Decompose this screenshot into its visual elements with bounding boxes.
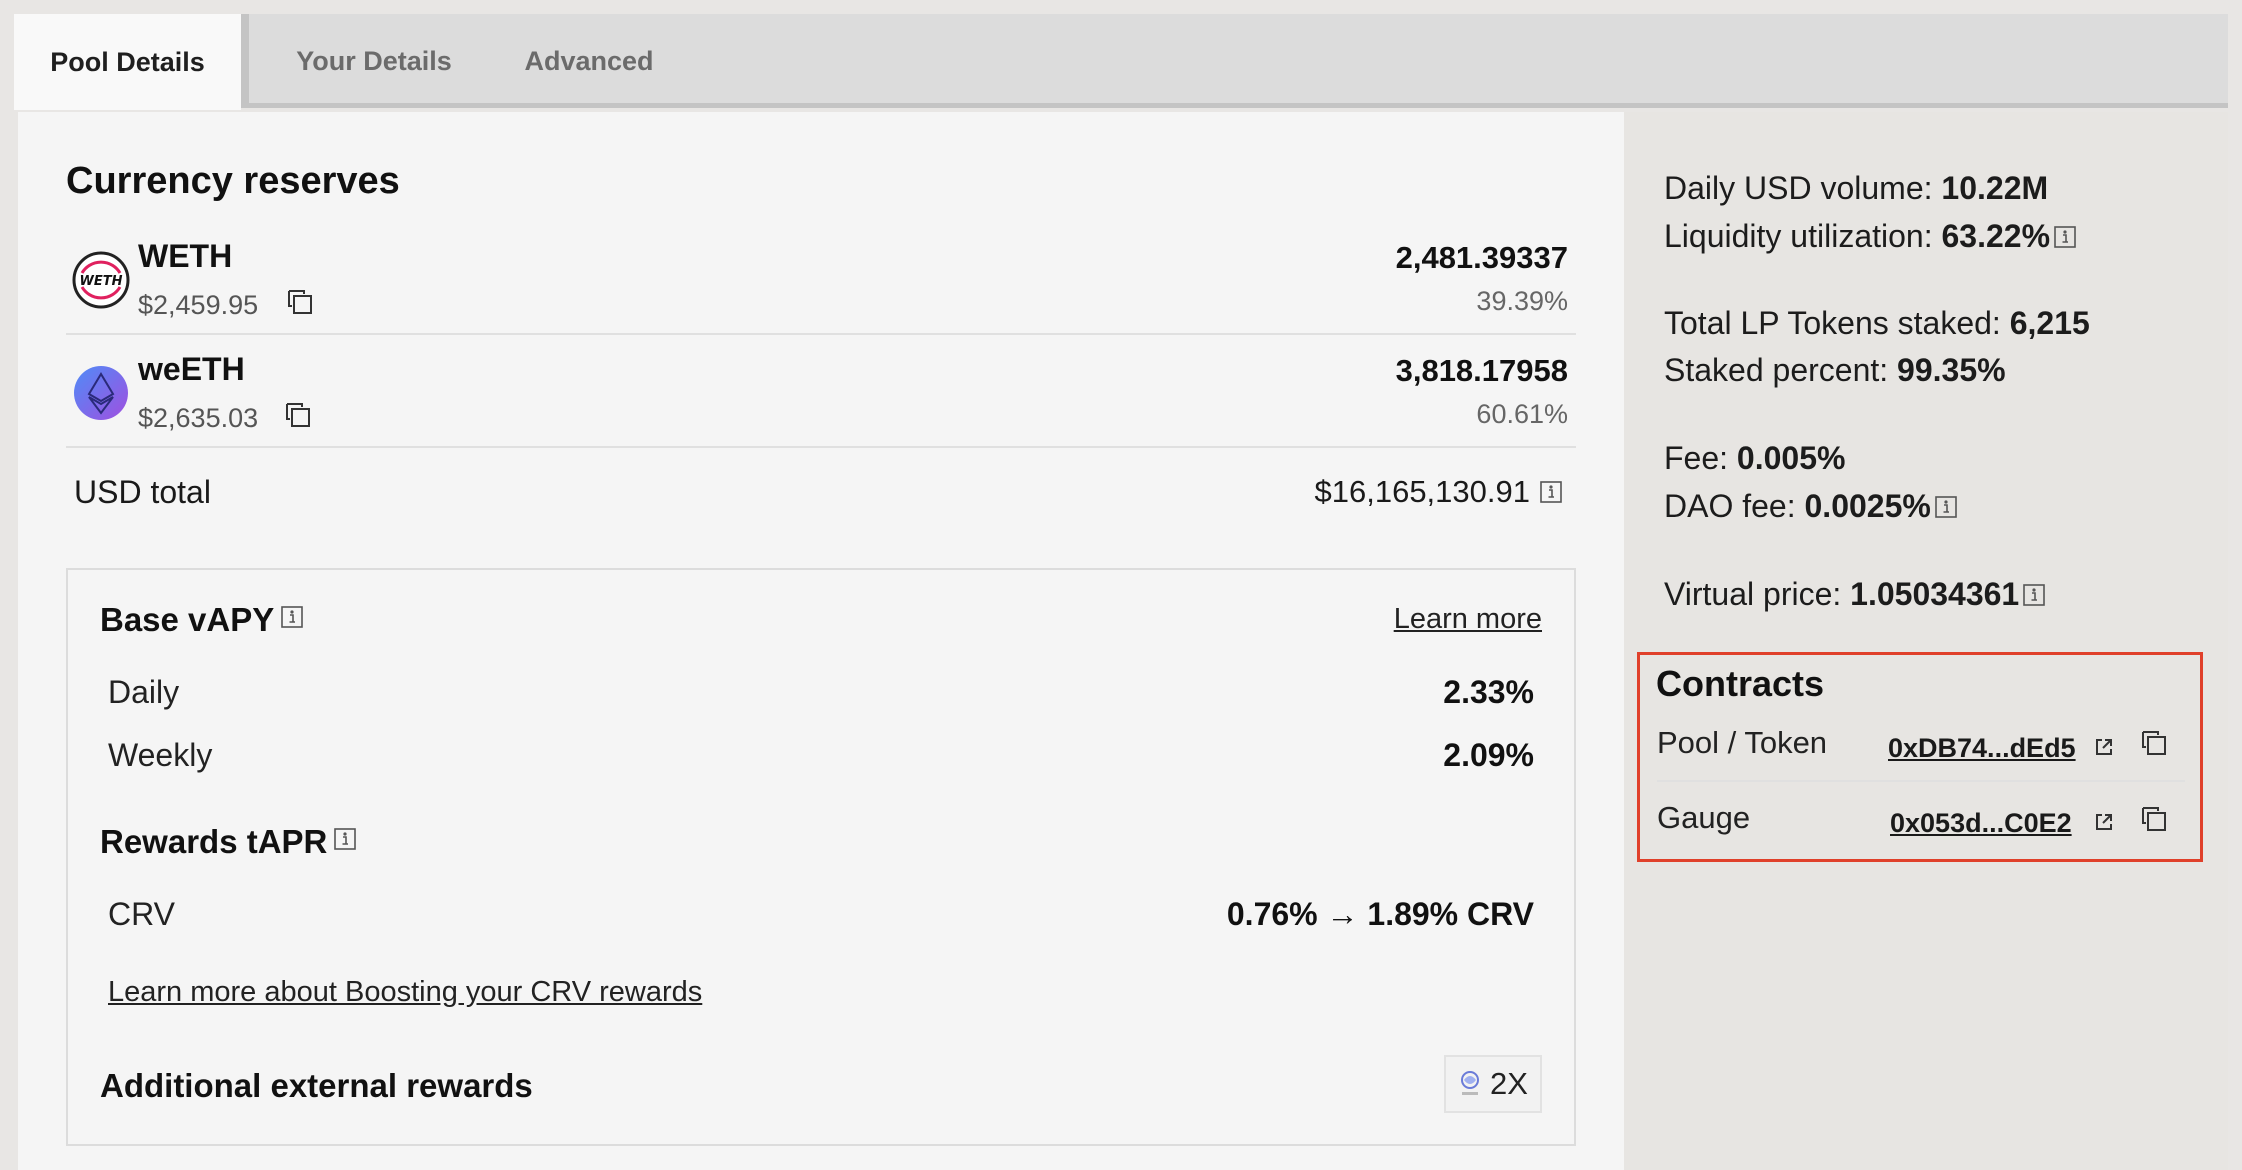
- pool-stats-panel: [1624, 112, 2228, 1170]
- copy-icon[interactable]: [287, 289, 313, 320]
- info-icon[interactable]: [2023, 583, 2046, 606]
- gauge-address-link[interactable]: 0x053d...C0E2: [1890, 808, 2072, 839]
- crv-label: CRV: [108, 896, 175, 932]
- daily-value: 2.33%: [1443, 674, 1534, 710]
- liquidity-utilization-stat: Liquidity utilization: 63.22%: [1664, 218, 2076, 255]
- weekly-label: Weekly: [108, 737, 213, 773]
- copy-icon[interactable]: [2141, 730, 2167, 761]
- copy-icon[interactable]: [2141, 806, 2167, 837]
- divider: [66, 333, 1576, 335]
- weth-logo: WETH: [72, 251, 130, 309]
- coin-price-weeth: $2,635.03: [138, 403, 259, 433]
- coin-symbol-weeth: weETH: [138, 351, 245, 387]
- tab-pool-details[interactable]: Pool Details: [14, 14, 241, 110]
- crv-value: 0.76% → 1.89% CRV: [1226, 896, 1534, 932]
- external-link-icon[interactable]: [2094, 737, 2114, 762]
- tab-advanced[interactable]: Advanced: [500, 14, 678, 108]
- base-vapy-title: Base vAPY: [100, 601, 275, 638]
- usd-total-value: $16,165,130.91: [1314, 474, 1531, 509]
- reward-multiplier: 2X: [1490, 1066, 1528, 1101]
- weekly-value: 2.09%: [1443, 737, 1534, 773]
- coin-price-weth: $2,459.95: [138, 290, 259, 320]
- pool-token-address-link[interactable]: 0xDB74...dEd5: [1888, 733, 2076, 764]
- usd-total-label: USD total: [74, 474, 211, 510]
- info-icon[interactable]: [334, 828, 356, 850]
- coin-amount-weeth: 3,818.17958: [1395, 353, 1568, 388]
- daily-volume-stat: Daily USD volume: 10.22M: [1664, 170, 2049, 206]
- dao-fee-stat: DAO fee: 0.0025%: [1664, 488, 1957, 525]
- learn-more-link[interactable]: Learn more: [1300, 603, 1542, 636]
- staked-percent-stat: Staked percent: 99.35%: [1664, 352, 2006, 388]
- fee-stat: Fee: 0.005%: [1664, 440, 1846, 476]
- divider: [66, 446, 1576, 448]
- weeth-logo: [72, 364, 130, 422]
- rewards-tapr-title: Rewards tAPR: [100, 823, 328, 860]
- info-icon[interactable]: [2054, 225, 2076, 248]
- info-icon[interactable]: [1935, 495, 1957, 518]
- tab-divider: [241, 14, 249, 108]
- reward-token-icon: [1461, 1071, 1480, 1095]
- virtual-price-stat: Virtual price: 1.05034361: [1664, 576, 2046, 613]
- coin-percent-weeth: 60.61%: [1476, 399, 1568, 429]
- info-icon[interactable]: [281, 606, 303, 628]
- pool-token-label: Pool / Token: [1657, 725, 1828, 760]
- coin-symbol-weth: WETH: [138, 238, 233, 274]
- coin-percent-weth: 39.39%: [1476, 286, 1568, 316]
- daily-label: Daily: [108, 674, 180, 710]
- gauge-label: Gauge: [1657, 800, 1751, 835]
- lp-tokens-staked-stat: Total LP Tokens staked: 6,215: [1664, 305, 2090, 341]
- currency-reserves-title: Currency reserves: [66, 160, 400, 202]
- external-reward-badge[interactable]: 2X: [1444, 1055, 1542, 1113]
- coin-amount-weth: 2,481.39337: [1395, 240, 1568, 275]
- boost-crv-link[interactable]: Learn more about Boosting your CRV rewar…: [108, 976, 702, 1009]
- external-rewards-title: Additional external rewards: [100, 1067, 533, 1104]
- tab-bar: Pool Details Your Details Advanced: [14, 14, 2228, 110]
- weth-logo-text: WETH: [80, 274, 123, 289]
- copy-icon[interactable]: [285, 402, 311, 433]
- contracts-title: Contracts: [1656, 663, 1825, 704]
- external-link-icon[interactable]: [2094, 812, 2114, 837]
- divider: [1657, 780, 2185, 782]
- info-icon[interactable]: [1540, 481, 1562, 503]
- tab-your-details[interactable]: Your Details: [264, 14, 484, 108]
